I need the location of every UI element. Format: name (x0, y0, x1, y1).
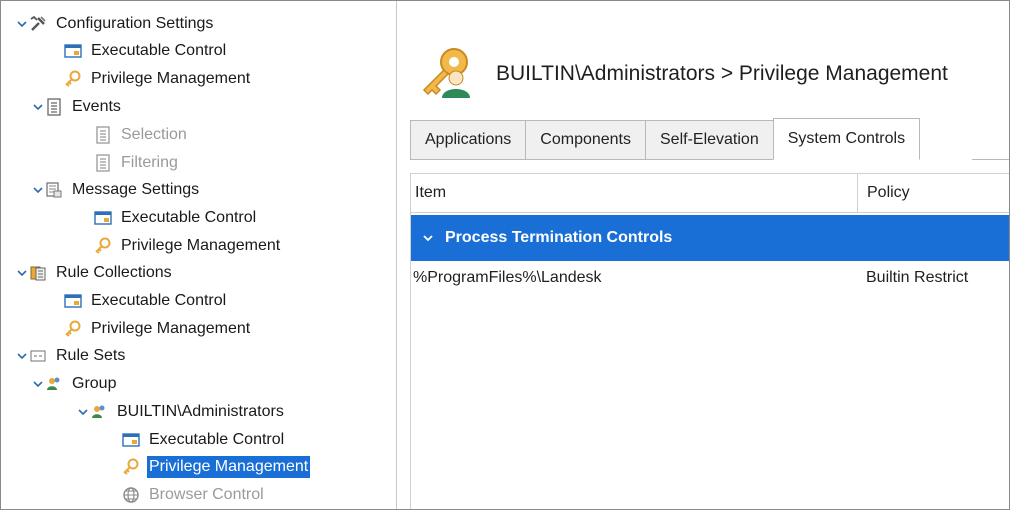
cell-item: %ProgramFiles%\Landesk (413, 269, 602, 286)
navigation-tree: Configuration Settings Executable Contro… (1, 1, 397, 509)
tree-item-privilege-management[interactable]: Privilege Management (64, 316, 252, 342)
window-icon (122, 431, 140, 449)
group-row-process-termination[interactable]: Process Termination Controls (411, 215, 1009, 261)
page-title: BUILTIN\Administrators > Privilege Manag… (496, 62, 948, 85)
tree-item-privilege-management-selected[interactable]: Privilege Management (122, 454, 311, 480)
key-user-icon (64, 320, 82, 338)
tree-item-label: Privilege Management (147, 456, 311, 478)
tree-item-label: Rule Sets (56, 347, 126, 364)
window-icon (94, 209, 112, 227)
tree-item-executable-control[interactable]: Executable Control (122, 427, 286, 453)
tree-item-label: Configuration Settings (56, 15, 214, 32)
tree-item-label: Privilege Management (91, 320, 251, 337)
tree-item-label: Browser Control (149, 486, 264, 503)
tree-item-label: BUILTIN\Administrators (117, 403, 284, 420)
users-group-icon (90, 403, 108, 421)
tab-divider (972, 159, 1009, 160)
tree-item-label: Privilege Management (91, 70, 251, 87)
tab-self-elevation[interactable]: Self-Elevation (645, 120, 773, 160)
chevron-down-icon[interactable] (423, 234, 433, 242)
chevron-down-icon[interactable] (31, 371, 45, 397)
tree-item-rule-collections[interactable]: Rule Collections (15, 260, 174, 286)
tab-applications[interactable]: Applications (410, 120, 526, 160)
tree-item-browser-control[interactable]: Browser Control (122, 482, 266, 508)
tab-components[interactable]: Components (525, 120, 645, 160)
key-user-icon (418, 44, 474, 105)
column-header-policy[interactable]: Policy (863, 174, 910, 212)
users-group-icon (45, 375, 63, 393)
tab-bar: Applications Components Self-Elevation S… (410, 118, 921, 160)
tree-item-privilege-management[interactable]: Privilege Management (94, 233, 282, 259)
tree-item-selection[interactable]: Selection (94, 122, 189, 148)
key-user-icon (94, 237, 112, 255)
collection-icon (29, 264, 47, 282)
tree-item-privilege-management[interactable]: Privilege Management (64, 66, 252, 92)
tree-item-label: Selection (121, 126, 187, 143)
column-separator[interactable] (857, 174, 858, 212)
tree-item-label: Privilege Management (121, 237, 281, 254)
window-icon (64, 292, 82, 310)
chevron-down-icon[interactable] (76, 399, 90, 425)
document-list-icon (45, 98, 63, 116)
rule-set-icon (29, 347, 47, 365)
tree-item-executable-control[interactable]: Executable Control (94, 205, 258, 231)
tree-item-builtin-administrators[interactable]: BUILTIN\Administrators (76, 399, 286, 425)
key-user-icon (122, 458, 140, 476)
tools-icon (29, 15, 47, 33)
cell-policy: Builtin Restrict (866, 269, 969, 286)
tree-item-label: Filtering (121, 154, 178, 171)
tree-item-label: Group (72, 375, 117, 392)
message-icon (45, 181, 63, 199)
document-list-icon (94, 154, 112, 172)
chevron-down-icon[interactable] (15, 343, 29, 369)
tree-item-label: Executable Control (121, 209, 257, 226)
document-list-icon (94, 126, 112, 144)
tab-system-controls[interactable]: System Controls (772, 118, 921, 160)
tree-item-label: Rule Collections (56, 264, 172, 281)
tree-item-label: Executable Control (91, 292, 227, 309)
tree-item-filtering[interactable]: Filtering (94, 150, 180, 176)
items-grid: Item Policy Process Termination Controls… (410, 173, 1009, 509)
tree-item-executable-control[interactable]: Executable Control (64, 38, 228, 64)
tree-item-label: Message Settings (72, 181, 200, 198)
page-header: BUILTIN\Administrators > Privilege Manag… (418, 39, 948, 109)
details-pane: BUILTIN\Administrators > Privilege Manag… (398, 1, 1009, 509)
group-label: Process Termination Controls (445, 229, 673, 246)
tree-item-executable-control[interactable]: Executable Control (64, 288, 228, 314)
tree-item-message-settings[interactable]: Message Settings (31, 177, 201, 203)
chevron-down-icon[interactable] (15, 260, 29, 286)
tree-item-label: Executable Control (91, 42, 227, 59)
tree-item-group[interactable]: Group (31, 371, 118, 397)
chevron-down-icon[interactable] (31, 94, 45, 120)
tree-item-rule-sets[interactable]: Rule Sets (15, 343, 127, 369)
tree-item-label: Events (72, 98, 121, 115)
tree-item-configuration-settings[interactable]: Configuration Settings (15, 11, 215, 37)
key-user-icon (64, 70, 82, 88)
column-header-item[interactable]: Item (411, 174, 446, 212)
tree-item-events[interactable]: Events (31, 94, 123, 120)
chevron-down-icon[interactable] (31, 177, 45, 203)
tree-item-label: Executable Control (149, 431, 285, 448)
chevron-down-icon[interactable] (15, 11, 29, 37)
globe-icon (122, 486, 140, 504)
window-icon (64, 42, 82, 60)
table-row[interactable]: %ProgramFiles%\Landesk Builtin Restrict (411, 263, 1009, 293)
grid-header: Item Policy (411, 173, 1009, 213)
